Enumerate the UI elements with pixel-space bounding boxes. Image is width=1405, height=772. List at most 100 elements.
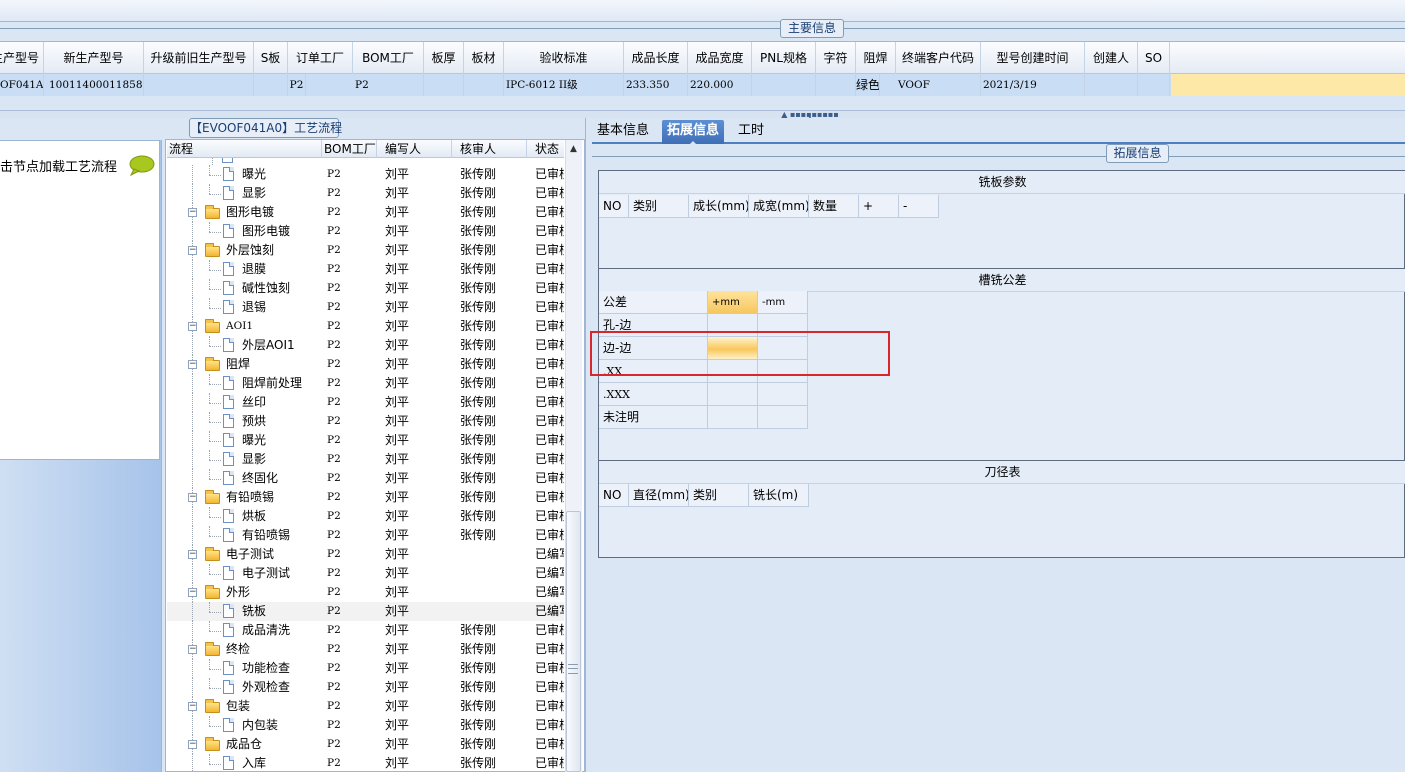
tree-group-row[interactable]: − AOI1 P2 刘平 张传刚 已审核 xyxy=(167,317,564,336)
tree-step-row[interactable]: 成品清洗 P2 刘平 张传刚 已审核 xyxy=(167,621,564,640)
col-bom-factory[interactable]: BOM工厂 xyxy=(353,42,424,74)
cell-new-production-model[interactable]: 10011400011858 xyxy=(44,74,144,96)
tol-col-minus[interactable]: -mm xyxy=(758,291,808,314)
collapse-toggle-icon[interactable]: − xyxy=(188,208,197,217)
cell-width[interactable]: 220.000 xyxy=(688,74,752,96)
col-length[interactable]: 成品长度 xyxy=(624,42,688,74)
col-order-factory[interactable]: 订单工厂 xyxy=(288,42,353,74)
tab-work-hours[interactable]: 工时 xyxy=(733,120,769,144)
tree-group-row[interactable]: − 成品仓 P2 刘平 张传刚 已审核 xyxy=(167,735,564,754)
tree-group-row[interactable]: − 电子测试 P2 刘平 已编写 xyxy=(167,545,564,564)
horizontal-splitter[interactable] xyxy=(0,110,1405,118)
tol-xxx-plus[interactable] xyxy=(708,383,758,406)
col-solder-mask[interactable]: 阻焊 xyxy=(856,42,896,74)
col-new-production-model[interactable]: 新生产型号 xyxy=(44,42,144,74)
cell-thickness[interactable] xyxy=(424,74,464,96)
col-old-model[interactable]: 升级前旧生产型号 xyxy=(144,42,254,74)
scroll-up-arrow-icon[interactable]: ▲ xyxy=(567,143,580,155)
cell-created-time[interactable]: 2021/3/19 xyxy=(981,74,1085,96)
tree-step-row[interactable]: 阻焊前处理 P2 刘平 张传刚 已审核 xyxy=(167,374,564,393)
tree-row-partial[interactable] xyxy=(167,158,564,165)
col-customer-code[interactable]: 终端客户代码 xyxy=(896,42,981,74)
tree-step-row[interactable]: 烘板 P2 刘平 张传刚 已审核 xyxy=(167,507,564,526)
tree-step-row[interactable]: 碱性蚀刻 P2 刘平 张传刚 已审核 xyxy=(167,279,564,298)
collapse-toggle-icon[interactable]: − xyxy=(188,550,197,559)
tab-extended-info[interactable]: 拓展信息 xyxy=(662,120,725,145)
tol-xxx-minus[interactable] xyxy=(758,383,808,406)
tree-step-row[interactable]: 显影 P2 刘平 张传刚 已审核 xyxy=(167,450,564,469)
tool-col-mill-length[interactable]: 铣长(m) xyxy=(749,484,809,507)
cell-customer-code[interactable]: VOOF xyxy=(896,74,981,96)
collapse-toggle-icon[interactable]: − xyxy=(188,740,197,749)
mill-col-width[interactable]: 成宽(mm) xyxy=(749,195,809,218)
cell-order-factory[interactable]: P2 xyxy=(288,74,306,96)
tree-step-row[interactable]: 图形电镀 P2 刘平 张传刚 已审核 xyxy=(167,222,564,241)
cell-s-board[interactable] xyxy=(254,74,288,96)
tree-group-row[interactable]: − 外形 P2 刘平 已编写 xyxy=(167,583,564,602)
col-status[interactable]: 状态 xyxy=(527,140,564,158)
collapse-toggle-icon[interactable]: − xyxy=(188,645,197,654)
splitter-grip-icon[interactable]: ▲ ▪▪▪▪▪▪▪▪▪ ▲ xyxy=(780,111,840,123)
tree-step-row[interactable]: 预烘 P2 刘平 张传刚 已审核 xyxy=(167,412,564,431)
tol-row-unmarked[interactable]: 未注明 xyxy=(599,406,708,429)
collapse-toggle-icon[interactable]: − xyxy=(188,588,197,597)
tree-group-row[interactable]: − 阻焊 P2 刘平 张传刚 已审核 xyxy=(167,355,564,374)
tree-step-row[interactable]: 显影 P2 刘平 张传刚 已审核 xyxy=(167,184,564,203)
middle-splitter[interactable] xyxy=(585,118,592,772)
cell-so[interactable] xyxy=(1138,74,1170,96)
main-info-data-row[interactable]: OF041A0 10011400011858 P2 P2 IPC-6012 II… xyxy=(0,74,1405,96)
scrollbar-thumb[interactable] xyxy=(566,511,581,772)
cell-bom-factory[interactable]: P2 xyxy=(353,74,424,96)
tree-group-row[interactable]: − 有铅喷锡 P2 刘平 张传刚 已审核 xyxy=(167,488,564,507)
col-s-board[interactable]: S板 xyxy=(254,42,288,74)
tree-step-row[interactable]: 丝印 P2 刘平 张传刚 已审核 xyxy=(167,393,564,412)
cell-creator[interactable] xyxy=(1085,74,1138,96)
tree-step-row[interactable]: 曝光 P2 刘平 张传刚 已审核 xyxy=(167,431,564,450)
col-writer[interactable]: 编写人 xyxy=(377,140,452,158)
cell-pnl[interactable] xyxy=(752,74,816,96)
col-thickness[interactable]: 板厚 xyxy=(424,42,464,74)
cell-char[interactable] xyxy=(816,74,856,96)
tol-col-plus[interactable]: +mm xyxy=(708,291,758,314)
tree-group-row[interactable]: − 包装 P2 刘平 张传刚 已审核 xyxy=(167,697,564,716)
left-tree-area[interactable] xyxy=(0,140,160,460)
mill-col-type[interactable]: 类别 xyxy=(629,195,689,218)
tool-col-diameter[interactable]: 直径(mm) xyxy=(629,484,689,507)
tol-unmarked-minus[interactable] xyxy=(758,406,808,429)
col-creator[interactable]: 创建人 xyxy=(1085,42,1138,74)
tree-step-row[interactable]: 外观检查 P2 刘平 张传刚 已审核 xyxy=(167,678,564,697)
collapse-toggle-icon[interactable]: − xyxy=(188,702,197,711)
col-created-time[interactable]: 型号创建时间 xyxy=(981,42,1085,74)
cell-length[interactable]: 233.350 xyxy=(624,74,688,96)
col-material[interactable]: 板材 xyxy=(464,42,504,74)
tab-basic-info[interactable]: 基本信息 xyxy=(592,120,654,144)
col-width[interactable]: 成品宽度 xyxy=(688,42,752,74)
process-tree-grid[interactable]: 曝光P2刘平张传刚已审核显影P2刘平张传刚已审核−图形电镀P2刘平张传刚已审核图… xyxy=(167,158,564,772)
col-flow[interactable]: 流程 xyxy=(167,140,322,158)
col-char[interactable]: 字符 xyxy=(816,42,856,74)
mill-col-minus[interactable]: - xyxy=(899,195,939,218)
tree-group-row[interactable]: − 图形电镀 P2 刘平 张传刚 已审核 xyxy=(167,203,564,222)
tol-col-name[interactable]: 公差 xyxy=(599,291,708,314)
col-acceptance[interactable]: 验收标准 xyxy=(504,42,624,74)
cell-acceptance[interactable]: IPC-6012 II级 xyxy=(504,74,624,96)
tool-col-type[interactable]: 类别 xyxy=(689,484,749,507)
tree-step-row[interactable]: 外层AOI1 P2 刘平 张传刚 已审核 xyxy=(167,336,564,355)
mill-col-qty[interactable]: 数量 xyxy=(809,195,859,218)
cell-production-model[interactable]: OF041A0 xyxy=(0,74,44,96)
tree-step-row[interactable]: 终固化 P2 刘平 张传刚 已审核 xyxy=(167,469,564,488)
tree-step-row[interactable]: 电子测试 P2 刘平 已编写 xyxy=(167,564,564,583)
collapse-toggle-icon[interactable]: − xyxy=(188,322,197,331)
tree-step-row[interactable]: 退锡 P2 刘平 张传刚 已审核 xyxy=(167,298,564,317)
col-reviewer[interactable]: 核审人 xyxy=(452,140,527,158)
cell-old-model[interactable] xyxy=(144,74,254,96)
mill-col-plus[interactable]: + xyxy=(859,195,899,218)
collapse-toggle-icon[interactable]: − xyxy=(188,493,197,502)
cell-solder-mask[interactable]: 绿色 xyxy=(856,74,880,96)
mill-col-length[interactable]: 成长(mm) xyxy=(689,195,749,218)
tool-col-no[interactable]: NO xyxy=(599,484,629,507)
tol-unmarked-plus[interactable] xyxy=(708,406,758,429)
tree-step-row[interactable]: 有铅喷锡 P2 刘平 张传刚 已审核 xyxy=(167,526,564,545)
tree-group-row[interactable]: − 终检 P2 刘平 张传刚 已审核 xyxy=(167,640,564,659)
col-pnl[interactable]: PNL规格 xyxy=(752,42,816,74)
